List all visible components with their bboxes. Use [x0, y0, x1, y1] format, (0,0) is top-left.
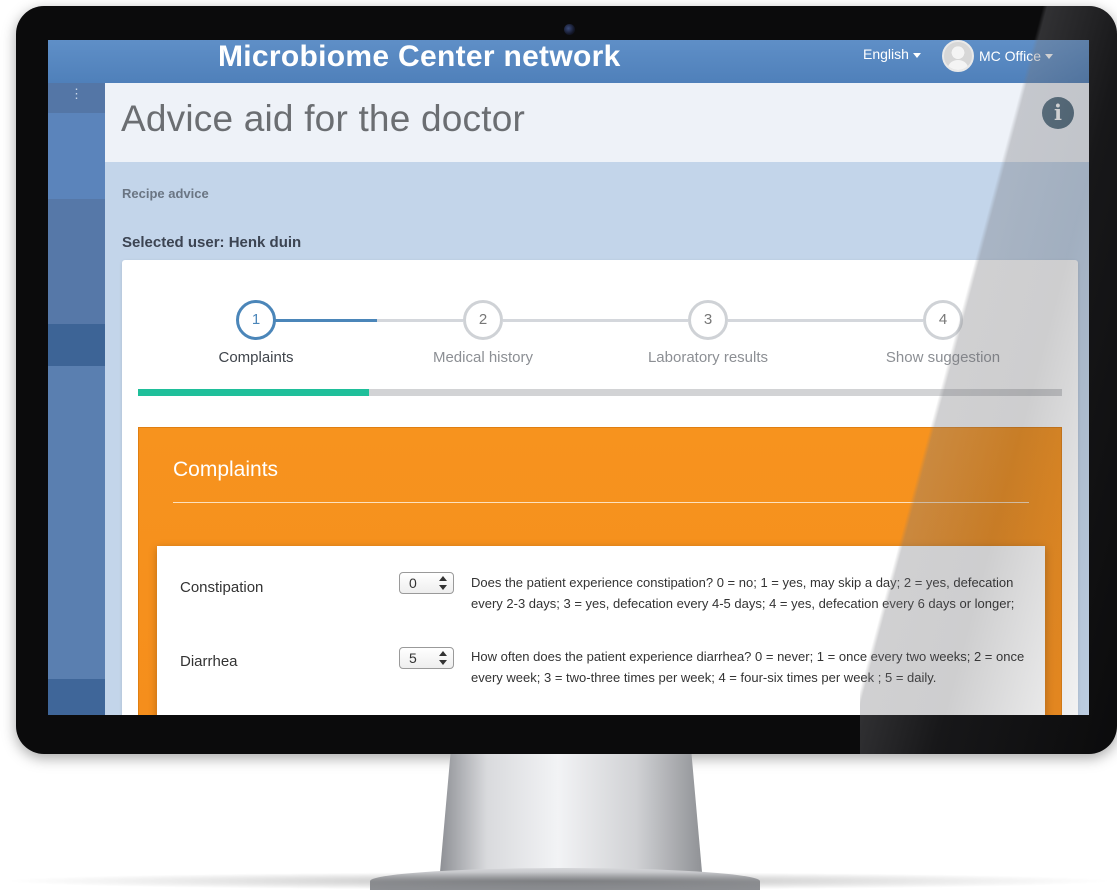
- progress-bar-fill: [138, 389, 369, 396]
- step-connector: [728, 319, 923, 322]
- sidebar: ⋮: [48, 83, 105, 715]
- selected-user: Selected user: Henk duin: [122, 234, 302, 251]
- step-connector: [503, 319, 688, 322]
- step-2-label[interactable]: Medical history: [393, 349, 573, 366]
- step-3-circle[interactable]: 3: [688, 300, 728, 340]
- step-1-label[interactable]: Complaints: [166, 349, 346, 366]
- caret-down-icon: [1044, 53, 1053, 59]
- constipation-value: 0: [409, 575, 417, 591]
- screen: Microbiome Center network English MC Off…: [48, 40, 1089, 715]
- top-navbar: Microbiome Center network English MC Off…: [48, 40, 1089, 83]
- step-1-circle[interactable]: 1: [236, 300, 276, 340]
- user-menu[interactable]: MC Office: [942, 40, 1053, 72]
- wizard-card: 1 2 3 4 Complaints Medical history Labor…: [122, 260, 1078, 715]
- avatar: [942, 40, 974, 72]
- section-title: Complaints: [173, 458, 279, 481]
- breadcrumb: Recipe advice: [122, 186, 209, 201]
- progress-bar: [138, 389, 1062, 396]
- sidebar-item-active[interactable]: [48, 324, 105, 366]
- sidebar-menu-icon[interactable]: ⋮: [48, 83, 105, 113]
- diarrhea-label: Diarrhea: [180, 653, 238, 670]
- sidebar-item[interactable]: [48, 366, 105, 679]
- step-connector: [377, 319, 463, 322]
- page-header: Advice aid for the doctor i: [105, 83, 1089, 162]
- sidebar-item[interactable]: [48, 113, 105, 199]
- diarrhea-select[interactable]: 5: [399, 647, 454, 669]
- brand-title[interactable]: Microbiome Center network: [218, 40, 621, 83]
- constipation-select[interactable]: 0: [399, 572, 454, 594]
- language-label: English: [863, 46, 909, 62]
- complaints-section: Complaints Constipation 0 Does the patie…: [138, 427, 1062, 715]
- step-2-circle[interactable]: 2: [463, 300, 503, 340]
- diarrhea-description: How often does the patient experience di…: [471, 649, 1025, 685]
- diarrhea-value: 5: [409, 650, 417, 666]
- sidebar-item[interactable]: [48, 679, 105, 715]
- step-4-circle[interactable]: 4: [923, 300, 963, 340]
- webcam: [564, 24, 575, 35]
- constipation-label: Constipation: [180, 579, 264, 596]
- select-arrows-icon: [439, 651, 447, 665]
- select-arrows-icon: [439, 576, 447, 590]
- floor-shadow: [0, 872, 1117, 890]
- sidebar-item[interactable]: [48, 199, 105, 324]
- caret-down-icon: [912, 52, 921, 58]
- language-dropdown[interactable]: English: [863, 46, 921, 62]
- page-title: Advice aid for the doctor: [121, 98, 525, 139]
- step-3-label[interactable]: Laboratory results: [618, 349, 798, 366]
- info-icon[interactable]: i: [1042, 97, 1074, 129]
- section-divider: [173, 502, 1029, 503]
- monitor-stand: [440, 754, 702, 872]
- step-4-label[interactable]: Show suggestion: [853, 349, 1033, 366]
- complaints-form: Constipation 0 Does the patient experien…: [157, 546, 1045, 715]
- user-menu-label: MC Office: [979, 48, 1041, 64]
- constipation-description: Does the patient experience constipation…: [471, 575, 1015, 611]
